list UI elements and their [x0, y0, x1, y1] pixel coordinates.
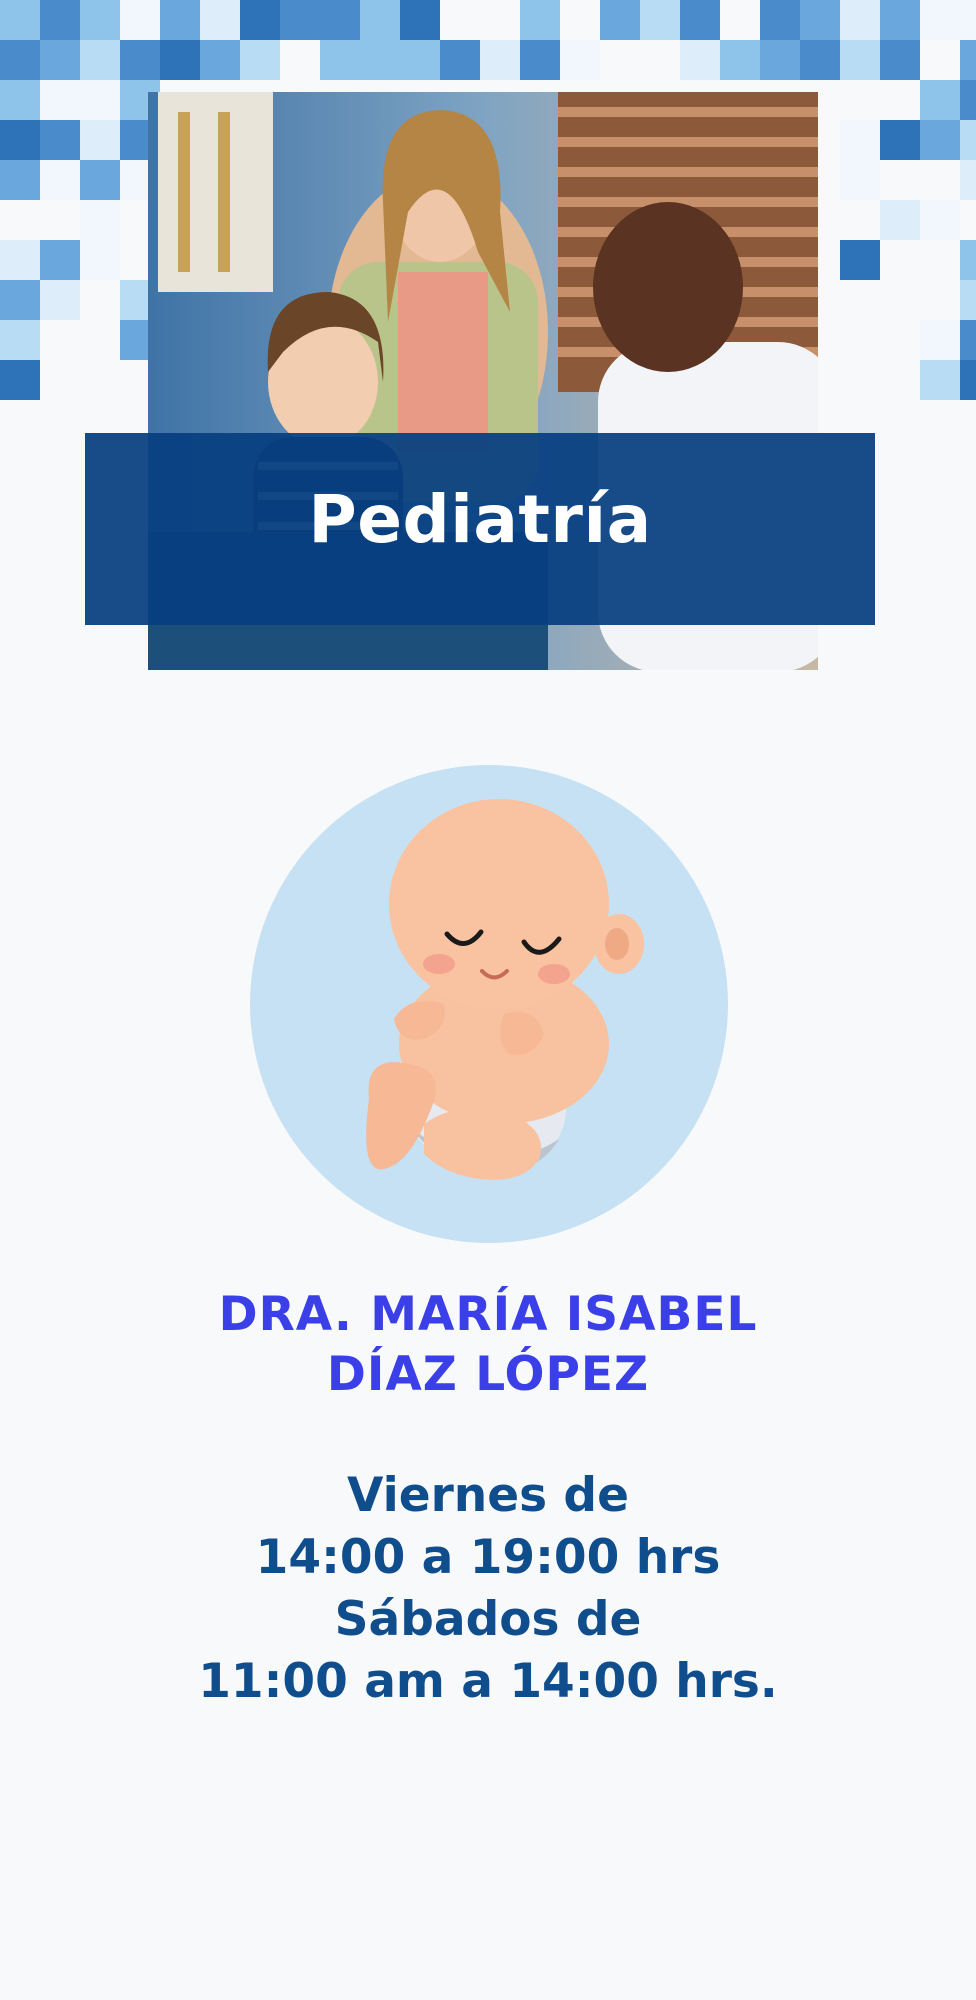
mosaic-tile — [880, 120, 920, 160]
mosaic-tile — [960, 40, 976, 80]
mosaic-tile — [360, 40, 400, 80]
mosaic-tile — [240, 40, 280, 80]
mosaic-tile — [840, 40, 880, 80]
mosaic-tile — [0, 80, 40, 120]
mosaic-tile — [240, 0, 280, 40]
mosaic-tile — [0, 360, 40, 400]
mosaic-tile — [0, 280, 40, 320]
mosaic-tile — [80, 200, 120, 240]
mosaic-tile — [280, 0, 320, 40]
schedule-line-2: 14:00 a 19:00 hrs — [255, 1530, 721, 1585]
mosaic-tile — [160, 40, 200, 80]
mosaic-tile — [800, 40, 840, 80]
mosaic-tile — [80, 40, 120, 80]
mosaic-tile — [80, 160, 120, 200]
mosaic-tile — [960, 120, 976, 160]
mosaic-tile — [320, 0, 360, 40]
mosaic-tile — [720, 40, 760, 80]
mosaic-tile — [80, 0, 120, 40]
mosaic-tile — [920, 360, 960, 400]
mosaic-tile — [960, 360, 976, 400]
page-title: Pediatría — [308, 481, 652, 558]
baby-illustration — [249, 764, 729, 1244]
mosaic-tile — [80, 240, 120, 280]
mosaic-tile — [520, 40, 560, 80]
mosaic-tile — [960, 0, 976, 40]
mosaic-tile — [40, 280, 80, 320]
mosaic-tile — [520, 0, 560, 40]
mosaic-tile — [920, 320, 960, 360]
mosaic-tile — [0, 120, 40, 160]
mosaic-tile — [400, 40, 440, 80]
mosaic-tile — [120, 0, 160, 40]
mosaic-tile — [360, 0, 400, 40]
doctor-name-line-1: DRA. MARÍA ISABEL — [218, 1287, 758, 1342]
mosaic-tile — [400, 0, 440, 40]
mosaic-tile — [640, 0, 680, 40]
mosaic-tile — [840, 0, 880, 40]
doctor-name-line-2: DÍAZ LÓPEZ — [326, 1347, 650, 1402]
mosaic-tile — [840, 160, 880, 200]
mosaic-tile — [960, 320, 976, 360]
mosaic-tile — [560, 40, 600, 80]
mosaic-tile — [80, 120, 120, 160]
mosaic-tile — [920, 80, 960, 120]
mosaic-tile — [800, 0, 840, 40]
mosaic-tile — [160, 0, 200, 40]
mosaic-tile — [960, 240, 976, 280]
mosaic-tile — [40, 120, 80, 160]
doctor-name: DRA. MARÍA ISABEL DÍAZ LÓPEZ — [0, 1285, 976, 1405]
mosaic-tile — [40, 80, 80, 120]
mosaic-tile — [40, 240, 80, 280]
mosaic-tile — [760, 40, 800, 80]
mosaic-tile — [960, 80, 976, 120]
mosaic-tile — [0, 160, 40, 200]
mosaic-tile — [40, 0, 80, 40]
mosaic-tile — [480, 40, 520, 80]
title-banner: Pediatría — [85, 433, 875, 625]
mosaic-tile — [680, 0, 720, 40]
mosaic-tile — [760, 0, 800, 40]
schedule-line-3: Sábados de — [334, 1592, 642, 1647]
mosaic-tile — [920, 120, 960, 160]
mosaic-tile — [120, 40, 160, 80]
mosaic-tile — [960, 280, 976, 320]
mosaic-tile — [880, 200, 920, 240]
mosaic-tile — [40, 160, 80, 200]
mosaic-tile — [40, 40, 80, 80]
schedule-line-1: Viernes de — [347, 1468, 629, 1523]
mosaic-tile — [80, 80, 120, 120]
mosaic-tile — [440, 40, 480, 80]
mosaic-tile — [0, 0, 40, 40]
mosaic-tile — [880, 0, 920, 40]
mosaic-tile — [840, 240, 880, 280]
mosaic-tile — [0, 320, 40, 360]
mosaic-tile — [200, 40, 240, 80]
mosaic-tile — [920, 0, 960, 40]
mosaic-tile — [880, 40, 920, 80]
mosaic-tile — [200, 0, 240, 40]
mosaic-tile — [0, 40, 40, 80]
mosaic-tile — [600, 0, 640, 40]
schedule: Viernes de 14:00 a 19:00 hrs Sábados de … — [0, 1465, 976, 1713]
schedule-line-4: 11:00 am a 14:00 hrs. — [198, 1654, 778, 1709]
mosaic-tile — [320, 40, 360, 80]
mosaic-tile — [680, 40, 720, 80]
mosaic-tile — [840, 120, 880, 160]
mosaic-tile — [960, 160, 976, 200]
mosaic-tile — [920, 200, 960, 240]
mosaic-tile — [0, 240, 40, 280]
